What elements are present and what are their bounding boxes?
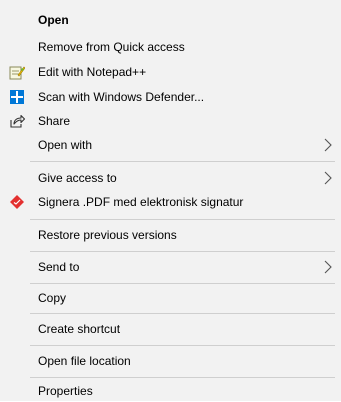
menu-item-label: Create shortcut bbox=[38, 322, 121, 336]
menu-separator bbox=[30, 345, 335, 346]
menu-separator bbox=[30, 161, 335, 162]
chevron-right-icon bbox=[323, 170, 333, 186]
menu-item-edit-with-notepad[interactable]: Edit with Notepad++ bbox=[0, 61, 341, 83]
menu-item-label: Properties bbox=[38, 384, 93, 398]
menu-item-label: Restore previous versions bbox=[38, 228, 177, 242]
menu-item-label: Copy bbox=[38, 291, 67, 305]
menu-item-label: Open with bbox=[38, 138, 93, 152]
menu-item-share[interactable]: Share bbox=[0, 110, 341, 132]
menu-item-remove-from-quick-access[interactable]: Remove from Quick access bbox=[0, 36, 341, 58]
windows-defender-icon bbox=[9, 89, 25, 105]
menu-item-label: Remove from Quick access bbox=[38, 40, 185, 54]
menu-item-copy[interactable]: Copy bbox=[0, 287, 341, 309]
menu-separator bbox=[30, 251, 335, 252]
menu-item-give-access-to[interactable]: Give access to bbox=[0, 167, 341, 189]
menu-item-send-to[interactable]: Send to bbox=[0, 256, 341, 278]
menu-item-label: Signera .PDF med elektronisk signatur bbox=[38, 195, 244, 209]
menu-item-label: Scan with Windows Defender... bbox=[38, 90, 205, 104]
menu-item-scan-with-windows-defender[interactable]: Scan with Windows Defender... bbox=[0, 86, 341, 108]
chevron-right-icon bbox=[323, 259, 333, 275]
menu-item-open-file-location[interactable]: Open file location bbox=[0, 350, 341, 372]
menu-item-restore-previous-versions[interactable]: Restore previous versions bbox=[0, 224, 341, 246]
menu-separator bbox=[30, 219, 335, 220]
menu-item-label: Share bbox=[38, 114, 71, 128]
signera-icon bbox=[9, 194, 25, 210]
menu-separator bbox=[30, 283, 335, 284]
menu-item-open-with[interactable]: Open with bbox=[0, 134, 341, 156]
menu-separator bbox=[30, 377, 335, 378]
menu-item-label: Edit with Notepad++ bbox=[38, 65, 147, 79]
menu-item-create-shortcut[interactable]: Create shortcut bbox=[0, 318, 341, 340]
menu-item-signera-pdf[interactable]: Signera .PDF med elektronisk signatur bbox=[0, 191, 341, 213]
menu-item-label: Send to bbox=[38, 260, 80, 274]
menu-item-label: Give access to bbox=[38, 171, 117, 185]
chevron-right-icon bbox=[323, 137, 333, 153]
notepad-plus-plus-icon bbox=[9, 64, 25, 80]
context-menu: Open Remove from Quick access Edit with … bbox=[0, 0, 341, 401]
menu-item-label: Open bbox=[38, 13, 69, 27]
menu-item-properties[interactable]: Properties bbox=[0, 380, 341, 402]
menu-separator bbox=[30, 313, 335, 314]
menu-item-label: Open file location bbox=[38, 354, 131, 368]
share-icon bbox=[9, 113, 25, 129]
menu-item-open[interactable]: Open bbox=[0, 9, 341, 31]
